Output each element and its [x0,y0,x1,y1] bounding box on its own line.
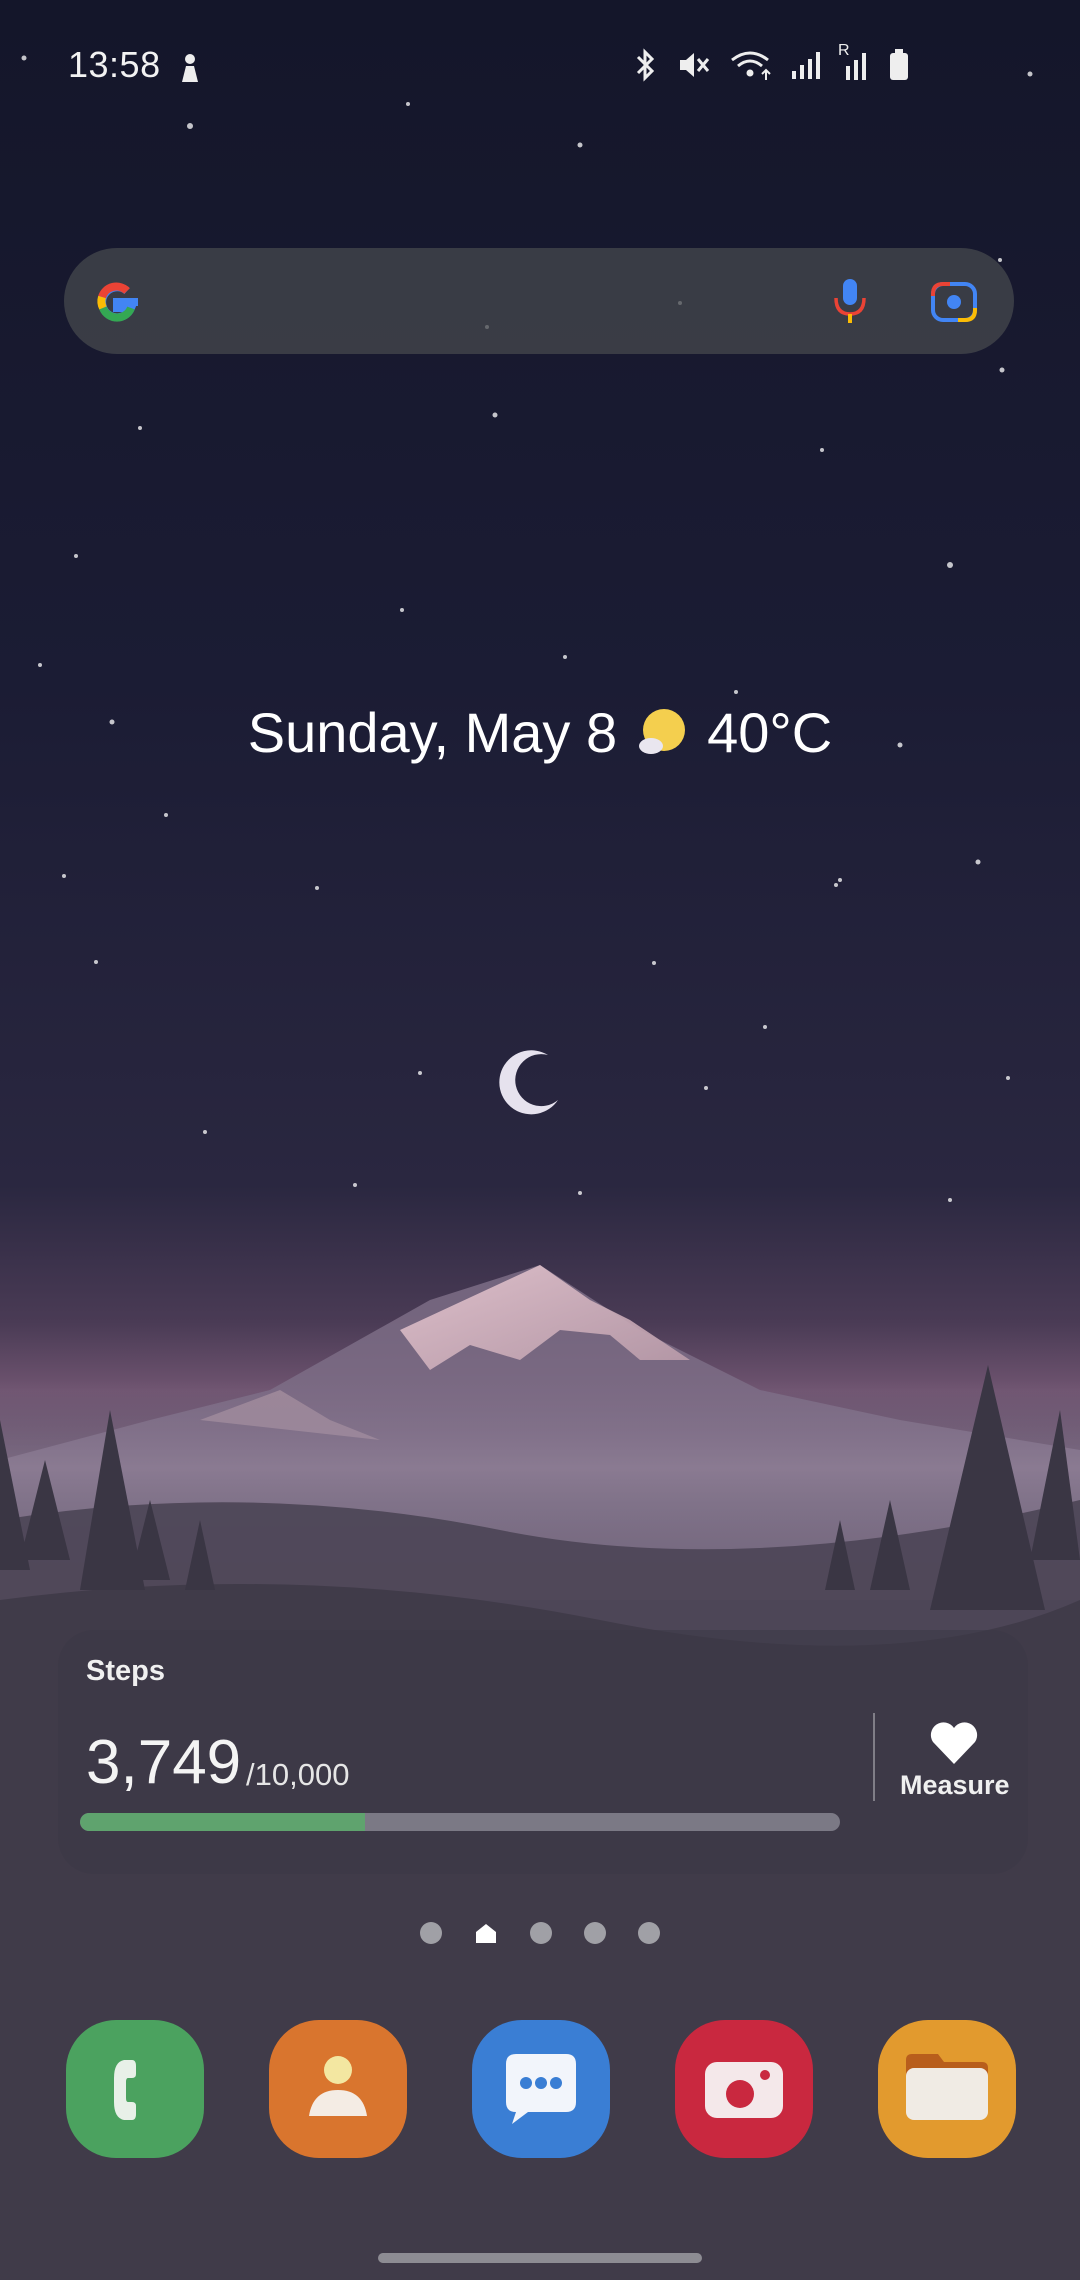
heart-icon[interactable] [929,1720,979,1771]
page-dot[interactable] [420,1922,442,1944]
wifi-icon [731,51,771,80]
mute-icon [680,53,710,77]
messages-app-icon[interactable] [472,2020,610,2158]
phone-app-icon[interactable] [66,2020,204,2158]
bluetooth-icon [636,48,655,82]
person-notification-icon [176,52,204,89]
page-dot[interactable] [638,1922,660,1944]
moon [499,1050,558,1115]
contacts-app-icon[interactable] [269,2020,407,2158]
camera-icon [705,2062,783,2118]
steps-divider [873,1713,875,1801]
stars [21,55,1033,1202]
messages-icon [506,2054,576,2124]
status-time: 13:58 [68,44,161,85]
search-bar[interactable] [64,248,1014,354]
temperature-label: 40°C [707,701,833,764]
navigation-handle[interactable] [378,2253,702,2263]
camera-lens-icon[interactable] [930,278,978,329]
date-weather-widget[interactable]: Sunday, May 8 40°C [0,700,1080,765]
steps-title: Steps [86,1655,165,1687]
page-dot[interactable] [530,1922,552,1944]
camera-app-icon[interactable] [675,2020,813,2158]
sun-cloud-icon [639,708,686,754]
files-app-icon[interactable] [878,2020,1016,2158]
home-page-icon[interactable] [474,1922,498,1944]
contacts-icon [309,2056,367,2116]
app-dock [66,2020,1016,2158]
steps-count: 3,749 [86,1728,242,1797]
phone-icon [114,2060,136,2120]
steps-progress-bar [80,1813,840,1831]
measure-button[interactable]: Measure [900,1770,1010,1801]
roaming-signal-icon [846,53,866,80]
page-dot[interactable] [584,1922,606,1944]
steps-goal: /10,000 [246,1757,350,1792]
status-icons: R [632,42,910,82]
microphone-icon[interactable] [830,276,870,331]
folder-icon [906,2054,988,2120]
steps-progress-fill [80,1813,365,1831]
page-indicator[interactable] [0,1922,1080,1944]
google-g-icon[interactable] [90,275,144,334]
battery-icon [890,49,908,80]
date-label: Sunday, May 8 [247,701,618,764]
signal-icon [792,52,820,79]
